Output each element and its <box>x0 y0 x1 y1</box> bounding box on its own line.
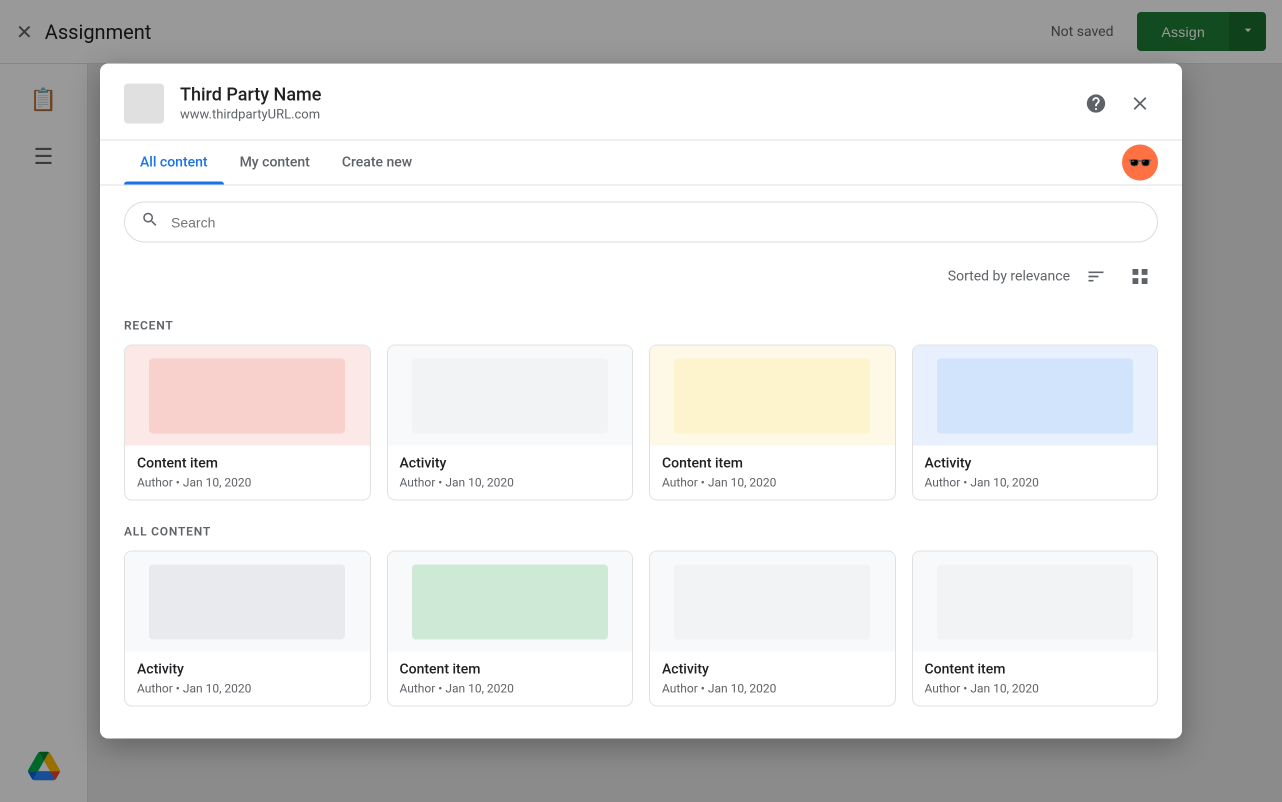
card-3-info: Content item Author • Jan 10, 2020 <box>650 446 895 500</box>
card-6-meta: Author • Jan 10, 2020 <box>400 682 621 696</box>
recent-section: RECENT Content item Author • Jan 10, 202… <box>124 303 1158 501</box>
card-3-meta: Author • Jan 10, 2020 <box>662 476 883 490</box>
tab-my-content[interactable]: My content <box>224 141 326 185</box>
card-4-thumbnail-inner <box>937 358 1133 433</box>
third-party-modal: Third Party Name www.thirdpartyURL.com A… <box>100 64 1182 739</box>
sort-bar: Sorted by relevance <box>100 259 1182 303</box>
card-7-thumbnail <box>650 552 895 652</box>
card-4-thumbnail <box>913 346 1158 446</box>
list-view-icon-button[interactable] <box>1122 259 1158 295</box>
card-7[interactable]: Activity Author • Jan 10, 2020 <box>649 551 896 707</box>
card-7-info: Activity Author • Jan 10, 2020 <box>650 652 895 706</box>
tab-create-new[interactable]: Create new <box>326 141 428 185</box>
card-8-info: Content item Author • Jan 10, 2020 <box>913 652 1158 706</box>
search-icon <box>141 211 159 234</box>
sort-label: Sorted by relevance <box>124 269 1070 285</box>
card-3-thumbnail-inner <box>674 358 870 433</box>
card-2-title: Activity <box>400 456 621 472</box>
card-2-thumbnail-inner <box>412 358 608 433</box>
modal-title: Third Party Name <box>180 85 1078 106</box>
card-2-thumbnail <box>388 346 633 446</box>
card-8[interactable]: Content item Author • Jan 10, 2020 <box>912 551 1159 707</box>
modal-url: www.thirdpartyURL.com <box>180 108 1078 123</box>
card-4[interactable]: Activity Author • Jan 10, 2020 <box>912 345 1159 501</box>
card-2-info: Activity Author • Jan 10, 2020 <box>388 446 633 500</box>
card-3-thumbnail <box>650 346 895 446</box>
modal-body: RECENT Content item Author • Jan 10, 202… <box>100 303 1182 739</box>
sort-icon-button[interactable] <box>1078 259 1114 295</box>
card-5-thumbnail-inner <box>149 564 345 639</box>
modal-tabs: All content My content Create new 🕶️ <box>100 141 1182 186</box>
card-6-title: Content item <box>400 662 621 678</box>
all-content-section: ALL CONTENT Activity Author • Jan 10, 20… <box>124 509 1158 707</box>
card-1-meta: Author • Jan 10, 2020 <box>137 476 358 490</box>
card-8-title: Content item <box>925 662 1146 678</box>
card-4-meta: Author • Jan 10, 2020 <box>925 476 1146 490</box>
card-1-thumbnail-inner <box>149 358 345 433</box>
all-content-cards-grid: Activity Author • Jan 10, 2020 Content i… <box>124 551 1158 707</box>
card-5-info: Activity Author • Jan 10, 2020 <box>125 652 370 706</box>
recent-cards-grid: Content item Author • Jan 10, 2020 Activ… <box>124 345 1158 501</box>
search-bar <box>124 202 1158 243</box>
card-6[interactable]: Content item Author • Jan 10, 2020 <box>387 551 634 707</box>
card-5-meta: Author • Jan 10, 2020 <box>137 682 358 696</box>
card-5-title: Activity <box>137 662 358 678</box>
card-2[interactable]: Activity Author • Jan 10, 2020 <box>387 345 634 501</box>
card-4-info: Activity Author • Jan 10, 2020 <box>913 446 1158 500</box>
card-8-thumbnail-inner <box>937 564 1133 639</box>
card-6-info: Content item Author • Jan 10, 2020 <box>388 652 633 706</box>
modal-logo <box>124 84 164 124</box>
modal-close-icon[interactable] <box>1122 86 1158 122</box>
card-1-thumbnail <box>125 346 370 446</box>
card-1-title: Content item <box>137 456 358 472</box>
modal-search-area <box>100 186 1182 259</box>
card-7-thumbnail-inner <box>674 564 870 639</box>
card-2-meta: Author • Jan 10, 2020 <box>400 476 621 490</box>
card-7-meta: Author • Jan 10, 2020 <box>662 682 883 696</box>
card-3-title: Content item <box>662 456 883 472</box>
recent-section-label: RECENT <box>124 303 1158 345</box>
search-input[interactable] <box>171 214 1141 230</box>
card-5[interactable]: Activity Author • Jan 10, 2020 <box>124 551 371 707</box>
card-7-title: Activity <box>662 662 883 678</box>
card-3[interactable]: Content item Author • Jan 10, 2020 <box>649 345 896 501</box>
modal-title-group: Third Party Name www.thirdpartyURL.com <box>180 85 1078 123</box>
card-1-info: Content item Author • Jan 10, 2020 <box>125 446 370 500</box>
card-4-title: Activity <box>925 456 1146 472</box>
user-avatar[interactable]: 🕶️ <box>1122 145 1158 181</box>
card-8-thumbnail <box>913 552 1158 652</box>
all-content-section-label: ALL CONTENT <box>124 509 1158 551</box>
help-icon[interactable] <box>1078 86 1114 122</box>
card-1[interactable]: Content item Author • Jan 10, 2020 <box>124 345 371 501</box>
card-6-thumbnail-inner <box>412 564 608 639</box>
card-5-thumbnail <box>125 552 370 652</box>
card-6-thumbnail <box>388 552 633 652</box>
tab-all-content[interactable]: All content <box>124 141 224 185</box>
card-8-meta: Author • Jan 10, 2020 <box>925 682 1146 696</box>
modal-header-actions <box>1078 86 1158 122</box>
modal-header: Third Party Name www.thirdpartyURL.com <box>100 64 1182 141</box>
